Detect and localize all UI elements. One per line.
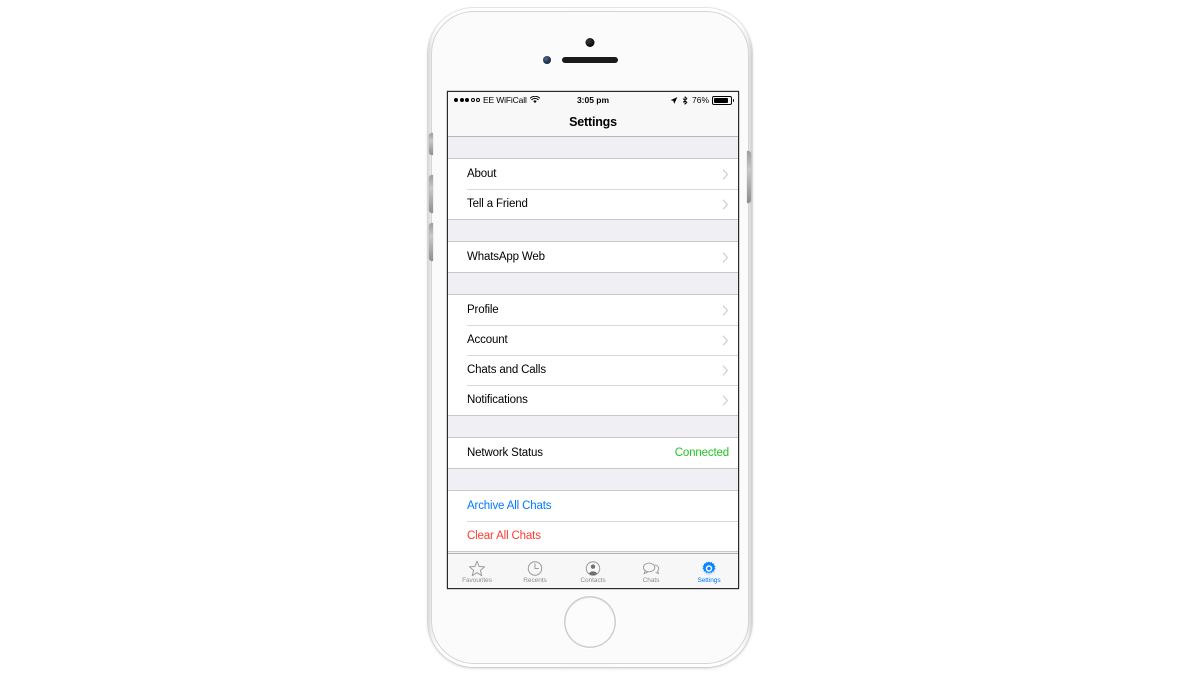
list-item[interactable]: Account [448, 325, 738, 355]
tab-favourites[interactable]: Favourites [448, 554, 506, 588]
tab-chats[interactable]: Chats [622, 554, 680, 588]
chevron-right-icon [722, 168, 728, 180]
tab-settings[interactable]: Settings [680, 554, 738, 588]
tab-label: Settings [697, 576, 721, 584]
list-item-label: Account [467, 334, 508, 346]
settings-list[interactable]: About Tell a Friend WhatsApp Web Profile Acc… [448, 137, 738, 553]
status-bar-left: EE WiFiCall [454, 95, 540, 105]
mute-switch[interactable] [429, 133, 433, 155]
group-web: WhatsApp Web [448, 241, 738, 273]
list-item[interactable]: Chats and Calls [448, 355, 738, 385]
list-item-label: Chats and Calls [467, 364, 546, 376]
star-icon [468, 560, 486, 577]
group-spacer [448, 220, 738, 241]
phone-screen: EE WiFiCall 3:05 pm 76% Settings About T… [448, 92, 738, 588]
group-actions: Archive All Chats Clear All Chats [448, 490, 738, 552]
list-item-value: Connected [674, 447, 729, 459]
speech-bubble-icon [642, 560, 660, 577]
list-item-label: WhatsApp Web [467, 251, 545, 263]
tab-label: Recents [523, 576, 547, 584]
gear-icon [700, 560, 718, 577]
chevron-right-icon [722, 198, 728, 210]
clock-icon [526, 560, 544, 577]
person-icon [584, 560, 602, 577]
signal-strength-icon [454, 98, 480, 102]
tab-bar: Favourites Recents Contacts Chats Settings [448, 553, 738, 588]
list-item[interactable]: Profile [448, 295, 738, 325]
page-title: Settings [569, 115, 617, 129]
iphone-device-frame: EE WiFiCall 3:05 pm 76% Settings About T… [428, 8, 752, 667]
status-bar: EE WiFiCall 3:05 pm 76% [448, 92, 738, 108]
chevron-right-icon [722, 304, 728, 316]
front-camera-icon [585, 38, 595, 47]
bluetooth-icon [682, 95, 688, 105]
list-item-label: Profile [467, 304, 499, 316]
group-spacer [448, 137, 738, 158]
chevron-right-icon [722, 251, 728, 263]
group-spacer [448, 416, 738, 437]
list-item[interactable]: Notifications [448, 385, 738, 415]
list-item-label: Tell a Friend [467, 198, 528, 210]
list-item[interactable]: WhatsApp Web [448, 242, 738, 272]
group-network: Network Status Connected [448, 437, 738, 469]
list-item-label: About [467, 168, 497, 180]
chevron-right-icon [722, 334, 728, 346]
device-bezel: EE WiFiCall 3:05 pm 76% Settings About T… [429, 11, 751, 664]
list-item[interactable]: Network Status Connected [448, 438, 738, 468]
group-info: About Tell a Friend [448, 158, 738, 220]
status-bar-right: 76% [670, 95, 734, 105]
tab-label: Contacts [580, 576, 606, 584]
ambient-light-sensor-icon [543, 56, 551, 64]
volume-up-button[interactable] [429, 175, 433, 213]
navigation-bar: Settings [448, 108, 738, 137]
group-spacer [448, 469, 738, 490]
list-item-label: Archive All Chats [467, 500, 552, 512]
group-spacer [448, 273, 738, 294]
battery-icon [712, 95, 734, 105]
home-button[interactable] [564, 596, 616, 648]
tab-label: Favourites [462, 576, 492, 584]
list-item[interactable]: About [448, 159, 738, 189]
battery-percent-label: 76% [691, 95, 709, 105]
tab-contacts[interactable]: Contacts [564, 554, 622, 588]
list-item-label: Clear All Chats [467, 530, 541, 542]
earpiece-speaker [562, 57, 618, 63]
location-arrow-icon [670, 96, 678, 104]
chevron-right-icon [722, 364, 728, 376]
list-item-label: Notifications [467, 394, 528, 406]
list-item-label: Network Status [467, 447, 543, 459]
list-item[interactable]: Archive All Chats [448, 491, 738, 521]
tab-recents[interactable]: Recents [506, 554, 564, 588]
wifi-icon [529, 96, 540, 104]
power-button[interactable] [747, 151, 751, 203]
tab-label: Chats [642, 576, 660, 584]
list-item[interactable]: Tell a Friend [448, 189, 738, 219]
group-account: Profile Account Chats and Calls Notificatio… [448, 294, 738, 416]
volume-down-button[interactable] [429, 223, 433, 261]
carrier-label: EE WiFiCall [483, 95, 527, 105]
chevron-right-icon [722, 394, 728, 406]
list-item[interactable]: Clear All Chats [448, 521, 738, 551]
